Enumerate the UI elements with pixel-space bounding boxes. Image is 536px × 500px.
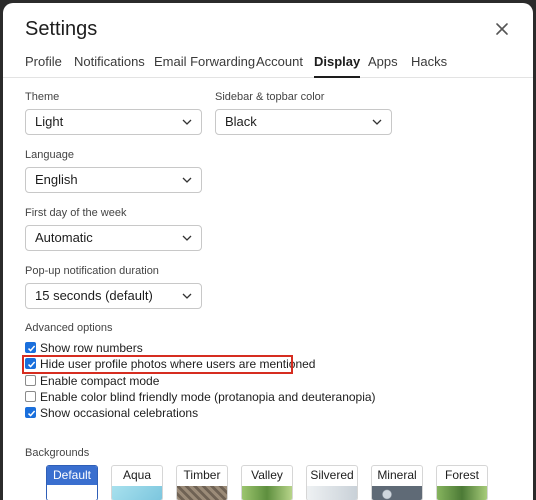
background-name: Default (47, 466, 97, 485)
background-aqua[interactable]: Aqua (111, 465, 163, 500)
tab-notifications[interactable]: Notifications (74, 46, 145, 77)
background-swatch (372, 486, 422, 500)
tab-email-forwarding[interactable]: Email Forwarding (154, 46, 255, 77)
background-name: Aqua (122, 468, 152, 482)
advanced-options-label: Advanced options (25, 322, 113, 334)
option-label: Enable color blind friendly mode (protan… (40, 390, 376, 404)
background-swatch (307, 486, 357, 500)
dialog-title: Settings (25, 18, 98, 40)
first-day-value: Automatic (35, 230, 93, 245)
tab-account[interactable]: Account (256, 46, 303, 77)
background-name: Valley (251, 468, 283, 482)
background-swatch (242, 486, 292, 500)
chevron-down-icon (182, 235, 192, 241)
chevron-down-icon (182, 119, 192, 125)
sidebar-color-select[interactable]: Black (215, 109, 392, 135)
popup-duration-label: Pop-up notification duration (25, 265, 159, 277)
checkbox-checked[interactable] (25, 407, 36, 418)
tab-display[interactable]: Display (314, 46, 361, 78)
background-name: Silvered (310, 468, 354, 482)
option-label: Show row numbers (40, 341, 143, 355)
settings-dialog: Settings Profile Notifications Email For… (3, 3, 533, 500)
popup-duration-value: 15 seconds (default) (35, 288, 153, 303)
background-swatch (112, 486, 162, 500)
background-silvered[interactable]: Silvered (306, 465, 358, 500)
sidebar-color-label: Sidebar & topbar color (215, 91, 325, 103)
backgrounds-label: Backgrounds (25, 447, 90, 459)
chevron-down-icon (182, 177, 192, 183)
first-day-select[interactable]: Automatic (25, 225, 202, 251)
background-swatch (437, 486, 487, 500)
theme-select[interactable]: Light (25, 109, 202, 135)
close-icon[interactable] (492, 19, 512, 39)
checkbox-checked[interactable] (25, 342, 36, 353)
language-select[interactable]: English (25, 167, 202, 193)
tab-profile[interactable]: Profile (25, 46, 62, 77)
background-name: Timber (183, 468, 221, 482)
language-value: English (35, 172, 78, 187)
chevron-down-icon (182, 293, 192, 299)
first-day-label: First day of the week (25, 207, 127, 219)
background-swatch (47, 486, 97, 500)
highlight-box (22, 355, 293, 374)
theme-value: Light (35, 114, 64, 129)
checkbox-unchecked[interactable] (25, 391, 36, 402)
language-label: Language (25, 149, 74, 161)
background-valley[interactable]: Valley (241, 465, 293, 500)
popup-duration-select[interactable]: 15 seconds (default) (25, 283, 202, 309)
background-forest[interactable]: Forest (436, 465, 488, 500)
checkbox-unchecked[interactable] (25, 375, 36, 386)
option-label: Show occasional celebrations (40, 406, 199, 420)
background-timber[interactable]: Timber (176, 465, 228, 500)
sidebar-color-value: Black (225, 114, 257, 129)
settings-tabs: Profile Notifications Email Forwarding A… (3, 46, 533, 78)
theme-label: Theme (25, 91, 60, 103)
tab-apps[interactable]: Apps (368, 46, 398, 77)
background-mineral[interactable]: Mineral (371, 465, 423, 500)
option-label: Enable compact mode (40, 374, 160, 388)
background-swatch (177, 486, 227, 500)
tab-hacks[interactable]: Hacks (411, 46, 447, 77)
background-default[interactable]: Default (46, 465, 98, 500)
background-name: Forest (444, 468, 479, 482)
background-name: Mineral (377, 468, 417, 482)
chevron-down-icon (372, 119, 382, 125)
